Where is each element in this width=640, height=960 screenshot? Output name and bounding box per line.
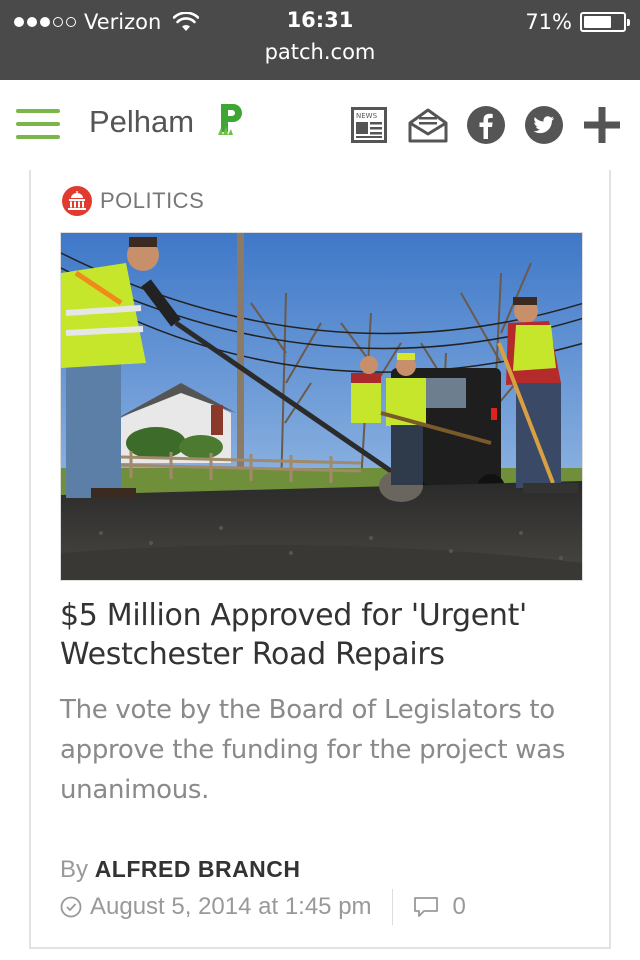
by-prefix: By: [60, 856, 89, 883]
article-photo[interactable]: [60, 232, 583, 581]
article-headline[interactable]: $5 Million Approved for 'Urgent' Westche…: [60, 596, 590, 674]
patch-logo-icon[interactable]: [218, 102, 246, 136]
category-label[interactable]: POLITICS: [100, 188, 204, 214]
menu-icon[interactable]: [16, 109, 60, 139]
meta-divider: [391, 889, 393, 925]
site-header: Pelham NEWS: [0, 80, 640, 170]
article-summary: The vote by the Board of Legislators to …: [60, 695, 566, 805]
comment-count[interactable]: 0: [453, 893, 466, 921]
facebook-icon[interactable]: [466, 105, 506, 145]
battery-level: [584, 16, 611, 28]
capitol-icon: [62, 186, 92, 216]
clock-icon: [60, 896, 82, 918]
author-link[interactable]: ALFRED BRANCH: [95, 856, 301, 882]
twitter-icon[interactable]: [524, 105, 564, 145]
status-bar: Verizon 16:31 71% patch.com: [0, 0, 640, 80]
publish-date: August 5, 2014 at 1:45 pm: [90, 893, 372, 920]
news-label: NEWS: [356, 112, 378, 120]
byline: By ALFRED BRANCH: [60, 856, 301, 884]
category-row[interactable]: POLITICS: [62, 186, 204, 216]
plus-icon[interactable]: [582, 105, 622, 145]
battery-icon: [580, 12, 630, 32]
address-bar[interactable]: patch.com: [0, 40, 640, 64]
comment-icon[interactable]: [413, 896, 439, 918]
newsletter-icon[interactable]: NEWS: [351, 107, 387, 143]
status-right: 71%: [525, 8, 630, 36]
article-card[interactable]: POLITICS $5 Million Approved for 'Urgent…: [29, 170, 611, 949]
site-name[interactable]: Pelham: [89, 104, 194, 140]
email-icon[interactable]: [408, 107, 448, 143]
article-meta: August 5, 2014 at 1:45 pm 0: [60, 889, 466, 925]
battery-tip: [627, 19, 630, 26]
battery-percent: 71%: [525, 10, 572, 34]
